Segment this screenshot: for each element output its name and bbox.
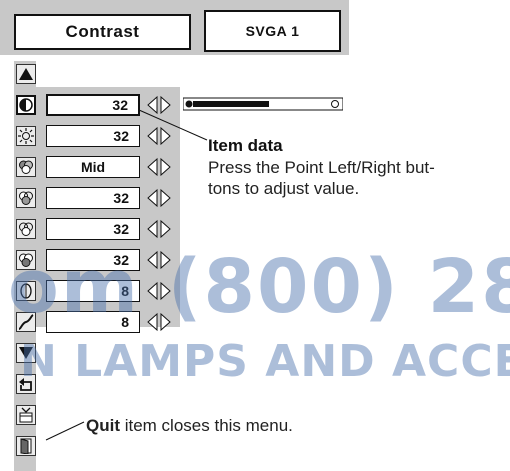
callout-leader-line	[138, 109, 208, 141]
item-data-heading: Item data	[208, 136, 283, 155]
contrast-value: 32	[46, 94, 140, 116]
contrast-icon[interactable]	[16, 95, 36, 115]
red-icon[interactable]	[16, 219, 36, 239]
menu-title: Contrast	[14, 14, 191, 50]
watermark-phone: om (800) 281-8	[8, 244, 510, 330]
item-data-description: Press the Point Left/Right but- tons to …	[208, 158, 435, 198]
tint-icon[interactable]	[16, 188, 36, 208]
input-mode-label: SVGA 1	[204, 10, 341, 52]
quit-label: Quit	[86, 416, 120, 435]
brightness-icon[interactable]	[16, 126, 36, 146]
tint-value: 32	[46, 218, 140, 240]
color-temp-value: Mid	[46, 156, 140, 178]
quit-leader-line	[45, 421, 85, 441]
color-icon[interactable]	[16, 157, 36, 177]
quit-description-text: item closes this menu.	[120, 416, 293, 435]
quit-icon[interactable]	[16, 436, 36, 456]
brightness-value: 32	[46, 125, 140, 147]
quit-description: Quit item closes this menu.	[86, 416, 293, 436]
adjust-arrows-icon[interactable]	[145, 188, 175, 208]
scroll-up-arrow-icon[interactable]	[16, 64, 36, 84]
store-icon[interactable]	[16, 405, 36, 425]
slider-fill	[193, 101, 269, 107]
watermark-tagline: N LAMPS AND ACCESSOR	[20, 336, 510, 387]
color-value: 32	[46, 187, 140, 209]
adjust-arrows-icon[interactable]	[145, 219, 175, 239]
adjust-arrows-icon[interactable]	[145, 157, 175, 177]
